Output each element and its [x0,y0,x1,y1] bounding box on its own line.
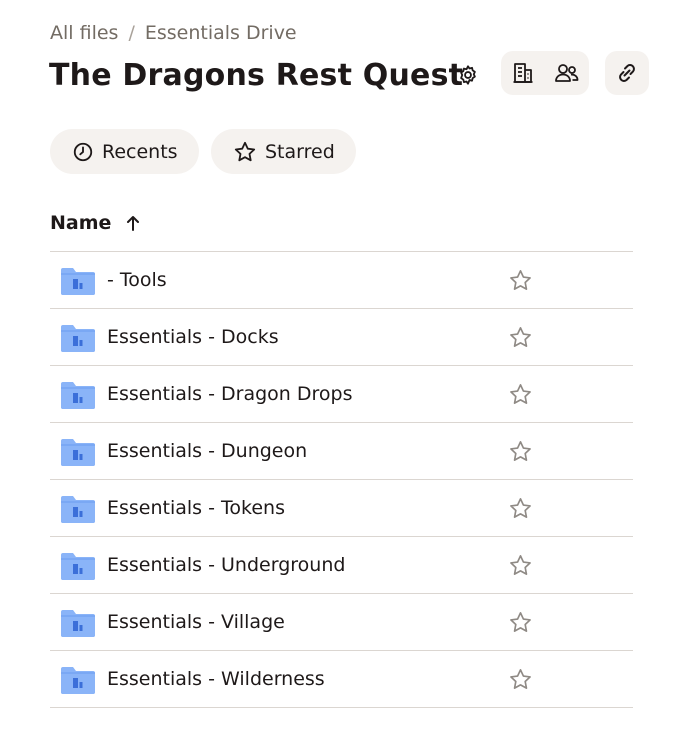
folder-settings-button[interactable] [455,62,481,88]
building-icon [513,63,533,83]
file-list: - Tools Essentials - Docks Essentials - … [50,251,633,708]
folder-icon [61,325,95,352]
star-icon[interactable] [508,496,533,521]
table-row[interactable]: Essentials - Wilderness [50,651,633,708]
file-name: Essentials - Wilderness [107,668,325,690]
folder-icon [61,667,95,694]
star-icon[interactable] [508,325,533,350]
star-icon[interactable] [508,667,533,692]
folder-icon [61,382,95,409]
table-row[interactable]: Essentials - Docks [50,309,633,366]
copy-link-button[interactable] [605,51,649,95]
file-browser-page: All files / Essentials Drive The Dragons… [0,0,688,750]
star-icon[interactable] [508,439,533,464]
table-row[interactable]: Essentials - Village [50,594,633,651]
file-name: Essentials - Dragon Drops [107,383,353,405]
gear-icon [460,65,476,85]
folder-icon [61,439,95,466]
starred-filter-button[interactable]: Starred [211,129,356,174]
recents-label: Recents [102,140,178,163]
breadcrumb-separator: / [128,22,135,44]
star-icon[interactable] [508,382,533,407]
star-icon [234,141,256,161]
folder-icon [61,553,95,580]
breadcrumb: All files / Essentials Drive [50,20,297,46]
starred-label: Starred [265,140,335,163]
star-icon[interactable] [508,610,533,635]
star-icon[interactable] [508,553,533,578]
folder-icon [61,268,95,295]
folder-icon [61,610,95,637]
team-folder-button[interactable] [501,51,545,95]
file-name: Essentials - Docks [107,326,279,348]
arrow-up-icon [127,216,140,231]
folder-icon [61,496,95,523]
star-icon[interactable] [508,268,533,293]
file-name: - Tools [107,269,167,291]
table-row[interactable]: Essentials - Tokens [50,480,633,537]
file-name: Essentials - Tokens [107,497,285,519]
view-actions-group [501,51,589,95]
table-row[interactable]: Essentials - Dungeon [50,423,633,480]
link-icon [619,64,635,82]
recents-filter-button[interactable]: Recents [50,129,199,174]
table-row[interactable]: Essentials - Dragon Drops [50,366,633,423]
members-button[interactable] [545,51,589,95]
table-row[interactable]: - Tools [50,252,633,309]
table-row[interactable]: Essentials - Underground [50,537,633,594]
name-column-label: Name [50,212,112,234]
page-title: The Dragons Rest Quest [49,58,464,93]
people-icon [555,64,579,82]
file-name: Essentials - Dungeon [107,440,308,462]
file-name: Essentials - Village [107,611,285,633]
clock-icon [73,142,93,161]
breadcrumb-essentials-drive[interactable]: Essentials Drive [145,22,297,44]
name-column-header[interactable]: Name [50,208,141,238]
breadcrumb-all-files[interactable]: All files [50,22,118,44]
file-name: Essentials - Underground [107,554,346,576]
